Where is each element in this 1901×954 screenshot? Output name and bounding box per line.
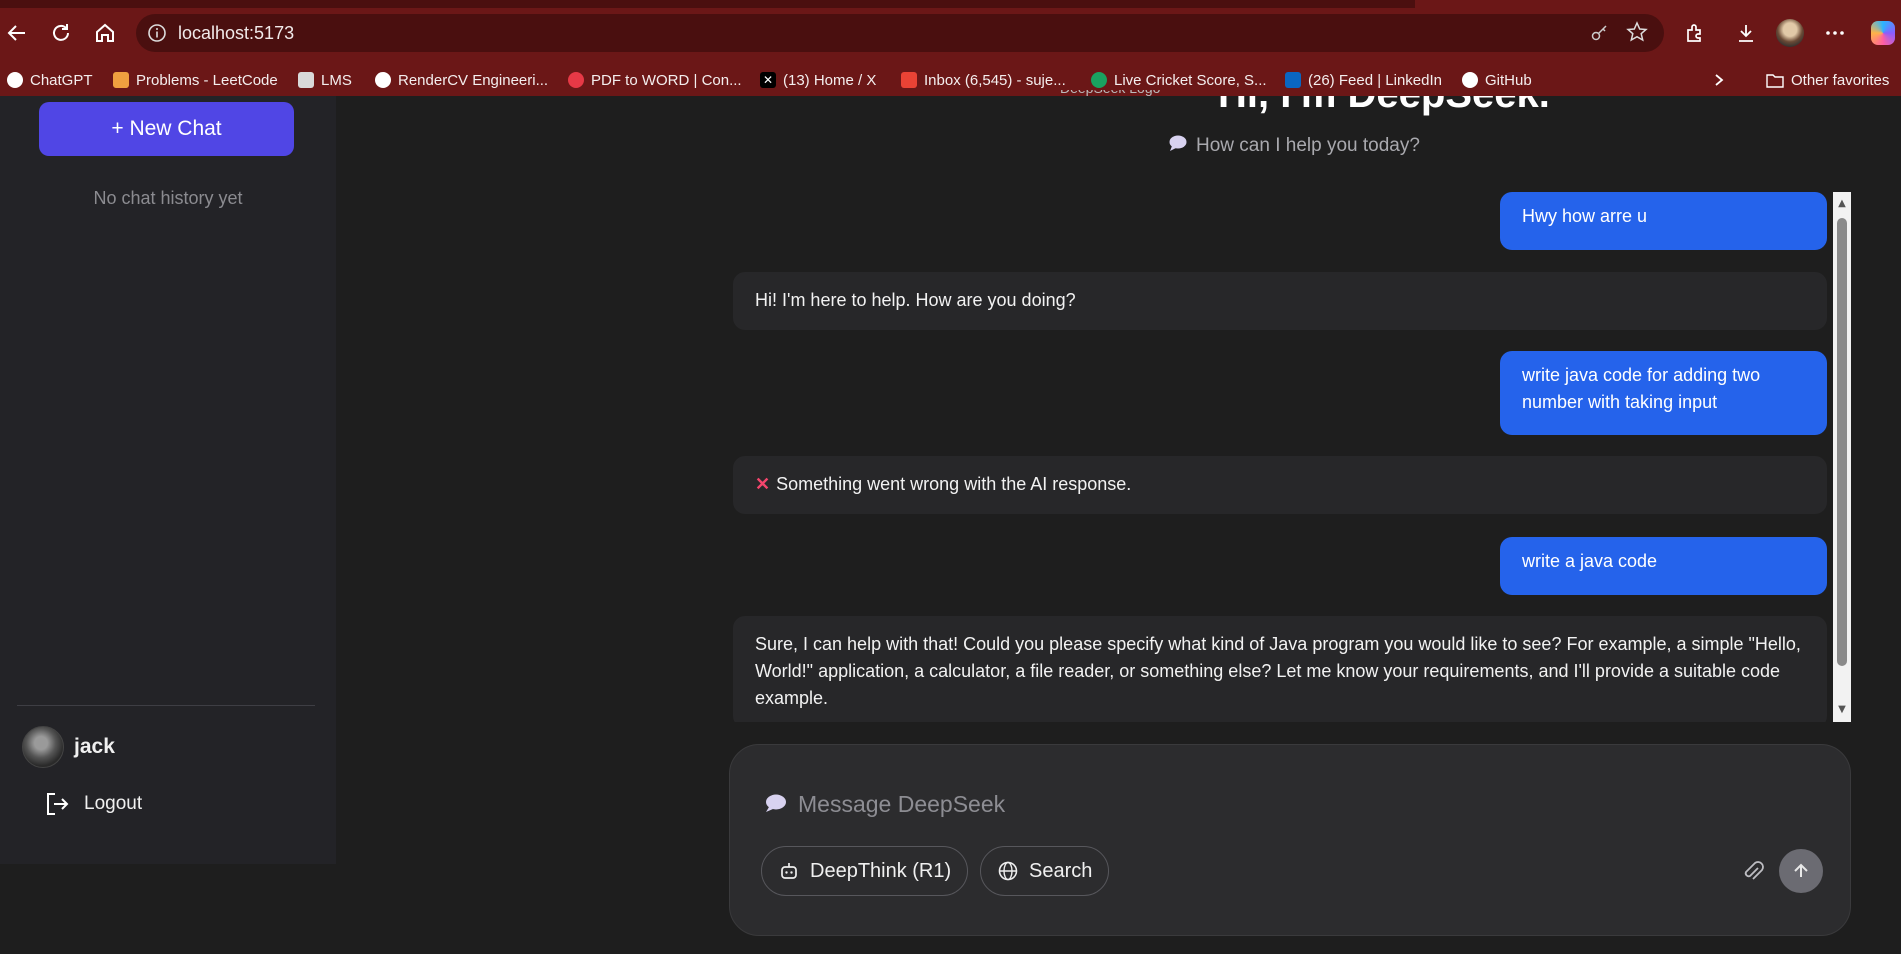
chat-scrollbar[interactable]: ▲ ▼ — [1833, 192, 1851, 722]
bookmark-chatgpt[interactable]: ChatGPT — [7, 70, 93, 90]
user-message: write java code for adding two number wi… — [1500, 351, 1827, 435]
bookmark-x[interactable]: ✕ (13) Home / X — [760, 70, 876, 90]
browser-toolbar: localhost:5173 — [0, 0, 1901, 64]
bookmark-other-favorites[interactable]: Other favorites — [1766, 70, 1889, 90]
message-input[interactable] — [798, 791, 1498, 818]
chat-messages: Hwy how arre u Hi! I'm here to help. How… — [733, 192, 1831, 722]
user-profile[interactable]: jack — [22, 726, 115, 768]
bookmarks-overflow-chevron-icon[interactable] — [1712, 70, 1726, 90]
chat-sidebar: + New Chat No chat history yet jack Logo… — [0, 96, 336, 864]
scroll-up-icon[interactable]: ▲ — [1836, 198, 1848, 210]
bookmark-lms[interactable]: LMS — [298, 70, 352, 90]
bookmarks-bar: ChatGPT Problems - LeetCode LMS RenderCV… — [0, 64, 1901, 96]
extensions-icon[interactable] — [1680, 18, 1710, 48]
pdf-icon — [568, 72, 584, 88]
assistant-message: Sure, I can help with that! Could you pl… — [733, 616, 1827, 722]
user-message: Hwy how arre u — [1500, 192, 1827, 250]
site-info-icon[interactable] — [146, 22, 168, 44]
url-text: localhost:5173 — [178, 23, 295, 43]
gmail-icon — [901, 72, 917, 88]
lms-icon — [298, 72, 314, 88]
back-icon[interactable] — [2, 18, 32, 48]
bookmark-cricbuzz[interactable]: Live Cricket Score, S... — [1091, 70, 1267, 90]
bookmark-gmail[interactable]: Inbox (6,545) - suje... — [901, 70, 1066, 90]
more-menu-icon[interactable] — [1820, 18, 1850, 48]
avatar — [22, 726, 64, 768]
leetcode-icon — [113, 72, 129, 88]
cricbuzz-icon — [1091, 72, 1107, 88]
tab-strip — [0, 0, 1901, 8]
paperclip-icon[interactable] — [1738, 857, 1768, 887]
github-icon — [1462, 72, 1478, 88]
chat-bubble-icon — [764, 793, 788, 817]
send-button[interactable] — [1779, 849, 1823, 893]
copilot-icon[interactable] — [1868, 18, 1898, 48]
rendercv-icon — [375, 72, 391, 88]
arrow-up-icon — [1794, 863, 1808, 877]
bookmark-rendercv[interactable]: RenderCV Engineeri... — [375, 70, 548, 90]
message-composer: DeepThink (R1) Search — [729, 744, 1851, 936]
bookmark-linkedin[interactable]: (26) Feed | LinkedIn — [1285, 70, 1442, 90]
downloads-icon[interactable] — [1731, 18, 1761, 48]
new-chat-button[interactable]: + New Chat — [39, 102, 294, 156]
folder-icon — [1766, 74, 1784, 88]
bookmark-github[interactable]: GitHub — [1462, 70, 1532, 90]
key-icon[interactable] — [1590, 22, 1610, 46]
bookmark-pdf-to-word[interactable]: PDF to WORD | Con... — [568, 70, 742, 90]
bookmark-leetcode[interactable]: Problems - LeetCode — [113, 70, 278, 90]
refresh-icon[interactable] — [46, 18, 76, 48]
error-message: ✕ Something went wrong with the AI respon… — [733, 456, 1827, 514]
deepthink-button[interactable]: DeepThink (R1) — [761, 846, 969, 896]
logout-icon — [47, 793, 69, 815]
x-icon: ✕ — [760, 72, 776, 88]
user-message: write a java code — [1500, 537, 1827, 595]
scroll-down-icon[interactable]: ▼ — [1836, 704, 1848, 716]
search-button[interactable]: Search — [980, 846, 1110, 896]
error-x-icon: ✕ — [755, 474, 771, 494]
empty-history-text: No chat history yet — [93, 188, 243, 208]
active-tab[interactable] — [1415, 0, 1901, 8]
linkedin-icon — [1285, 72, 1301, 88]
logout-button[interactable]: Logout — [44, 791, 142, 817]
globe-icon — [998, 861, 1018, 881]
chatgpt-icon — [7, 72, 23, 88]
user-name: jack — [74, 735, 115, 758]
assistant-message: Hi! I'm here to help. How are you doing? — [733, 272, 1827, 330]
profile-avatar[interactable] — [1775, 18, 1805, 48]
chat-bubble-icon — [1168, 134, 1188, 158]
sidebar-divider — [17, 705, 315, 706]
favorite-star-icon[interactable] — [1626, 21, 1648, 47]
subheading: How can I help you today? — [1168, 134, 1420, 158]
message-input-wrapper — [764, 791, 1498, 818]
robot-icon — [781, 863, 797, 879]
scroll-thumb[interactable] — [1837, 218, 1847, 666]
address-bar[interactable]: localhost:5173 — [136, 14, 1664, 52]
home-icon[interactable] — [90, 18, 120, 48]
